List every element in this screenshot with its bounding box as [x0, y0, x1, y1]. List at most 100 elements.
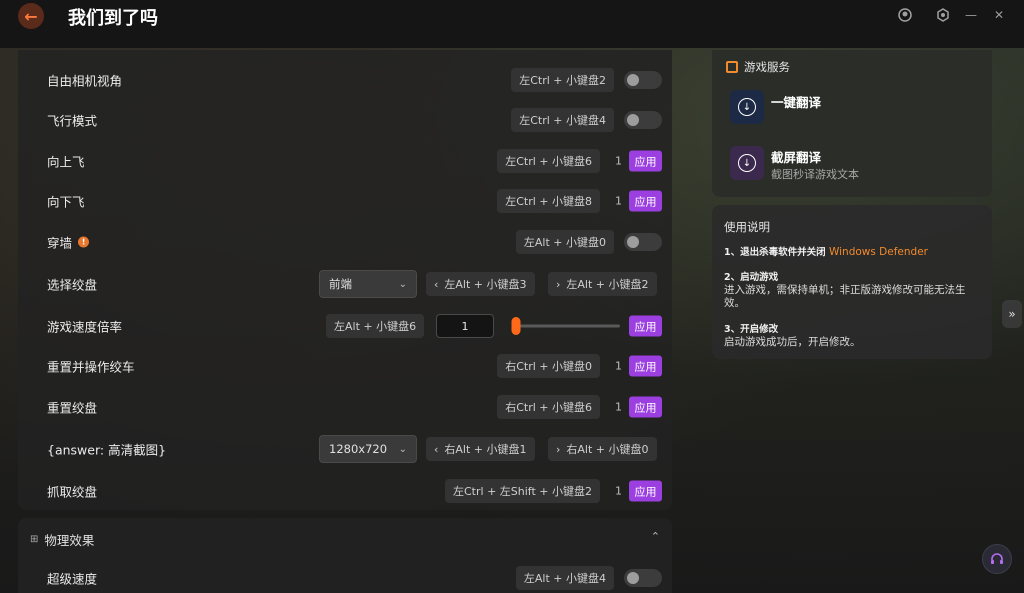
instruction-step-3: 3、开启修改 启动游戏成功后，开启修改。: [724, 323, 982, 349]
hotkey-label: 左Ctrl + 小键盘8: [497, 189, 600, 213]
hotkey-label: 右Alt + 小键盘1: [444, 443, 527, 456]
services-title: 游戏服务: [744, 60, 790, 74]
row-grab-winch: 抓取绞盘 左Ctrl + 左Shift + 小键盘2 1 应用: [18, 471, 672, 511]
free-camera-toggle[interactable]: [624, 71, 662, 89]
back-button[interactable]: ←: [18, 3, 44, 29]
row-fly-up: 向上飞 左Ctrl + 小键盘6 1 应用: [18, 141, 672, 181]
reset-winch-apply-button[interactable]: 应用: [629, 396, 662, 418]
row-label: 穿墙 !: [47, 233, 90, 252]
hotkey-label: 右Ctrl + 小键盘0: [497, 354, 600, 378]
row-free-camera: 自由相机视角 左Ctrl + 小键盘2: [18, 60, 672, 100]
hotkey-label: 左Alt + 小键盘6: [326, 314, 425, 338]
row-reset-operate-winch: 重置并操作绞车 右Ctrl + 小键盘0 1 应用: [18, 346, 672, 386]
cheat-list-panel: 自由相机视角 左Ctrl + 小键盘2 飞行模式 左Ctrl + 小键盘4 向上…: [18, 50, 672, 510]
winch-prev-button[interactable]: ‹ 左Alt + 小键盘3: [426, 272, 535, 296]
row-label: 向上飞: [47, 154, 85, 170]
step-heading: 1、退出杀毒软件并关闭: [724, 247, 826, 258]
avatar-icon[interactable]: [896, 6, 914, 24]
resolution-next-button[interactable]: › 右Alt + 小键盘0: [548, 437, 657, 461]
chevron-down-icon: ⌄: [398, 443, 407, 455]
chevron-right-icon: ›: [556, 442, 561, 456]
download-icon: ↓: [730, 90, 764, 124]
row-select-winch: 选择绞盘 前端 ⌄ ‹ 左Alt + 小键盘3 › 左Alt + 小键盘2: [18, 264, 672, 304]
step-description: 进入游戏，需保持单机；非正版游戏修改可能无法生效。: [724, 284, 966, 309]
row-reset-winch: 重置绞盘 右Ctrl + 小键盘6 1 应用: [18, 387, 672, 427]
settings-icon[interactable]: [934, 6, 952, 24]
hotkey-label: 左Alt + 小键盘2: [566, 278, 649, 291]
grid-icon: ⊞: [30, 534, 39, 545]
repeat-count: 1: [615, 194, 622, 208]
winch-select[interactable]: 前端 ⌄: [319, 270, 417, 298]
repeat-count: 1: [615, 484, 622, 498]
row-label: 选择绞盘: [47, 277, 98, 293]
hotkey-label: 左Alt + 小键盘0: [515, 230, 614, 254]
arrow-left-icon: ←: [24, 6, 38, 26]
hotkey-label: 左Ctrl + 小键盘2: [511, 68, 614, 92]
reset-operate-apply-button[interactable]: 应用: [629, 355, 662, 377]
row-label: 重置并操作绞车: [47, 359, 135, 375]
title-bar: ← 我们到了吗 — ✕: [0, 0, 1024, 48]
step-heading: 2、启动游戏: [724, 272, 779, 283]
section-header[interactable]: ⊞ 物理效果: [30, 530, 94, 549]
expand-panel-button[interactable]: »: [1002, 300, 1022, 328]
chevron-right-icon: ›: [556, 277, 561, 291]
instructions-title: 使用说明: [724, 220, 770, 234]
grab-winch-apply-button[interactable]: 应用: [629, 480, 662, 502]
row-fly-down: 向下飞 左Ctrl + 小键盘8 1 应用: [18, 181, 672, 221]
super-speed-toggle[interactable]: [624, 569, 662, 587]
repeat-count: 1: [615, 154, 622, 168]
resolution-select[interactable]: 1280x720 ⌄: [319, 435, 417, 463]
double-chevron-right-icon: »: [1008, 307, 1016, 321]
app-title: 我们到了吗: [68, 8, 158, 29]
row-noclip: 穿墙 ! 左Alt + 小键盘0: [18, 222, 672, 262]
row-hd-screenshot: {answer: 高清截图} 1280x720 ⌄ ‹ 右Alt + 小键盘1 …: [18, 429, 672, 469]
instruction-step-2: 2、启动游戏 进入游戏，需保持单机；非正版游戏修改可能无法生效。: [724, 271, 982, 310]
row-fly-mode: 飞行模式 左Ctrl + 小键盘4: [18, 100, 672, 140]
select-value: 1280x720: [329, 442, 388, 456]
row-game-speed: 游戏速度倍率 左Alt + 小键盘6 1 应用: [18, 306, 672, 346]
chevron-left-icon: ‹: [434, 277, 439, 291]
repeat-count: 1: [615, 359, 622, 373]
hotkey-label: 右Ctrl + 小键盘6: [497, 395, 600, 419]
fly-mode-toggle[interactable]: [624, 111, 662, 129]
windows-defender-link[interactable]: Windows Defender: [829, 246, 928, 258]
download-icon: ↓: [730, 146, 764, 180]
row-label: 超级速度: [47, 571, 98, 587]
minimize-icon[interactable]: —: [962, 6, 980, 24]
resolution-prev-button[interactable]: ‹ 右Alt + 小键盘1: [426, 437, 535, 461]
row-label: 自由相机视角: [47, 73, 123, 89]
services-header: 游戏服务: [726, 59, 790, 75]
row-label-text: 穿墙: [47, 235, 73, 251]
speed-slider-track[interactable]: [512, 324, 620, 328]
instruction-step-1: 1、退出杀毒软件并关闭 Windows Defender: [724, 246, 982, 259]
instructions-panel: 使用说明 1、退出杀毒软件并关闭 Windows Defender 2、启动游戏…: [712, 205, 992, 359]
hotkey-label: 左Ctrl + 左Shift + 小键盘2: [445, 479, 600, 503]
row-label: 飞行模式: [47, 113, 98, 129]
support-button[interactable]: [982, 544, 1012, 574]
row-label: 向下飞: [47, 194, 85, 210]
game-services-panel: 游戏服务 ↓ 一键翻译 ↓ 截屏翻译 截图秒译游戏文本: [712, 50, 992, 197]
service-subtitle: 截图秒译游戏文本: [771, 168, 859, 181]
warning-icon[interactable]: !: [78, 236, 90, 248]
fly-down-apply-button[interactable]: 应用: [629, 190, 662, 212]
section-title: 物理效果: [44, 533, 95, 548]
noclip-toggle[interactable]: [624, 233, 662, 251]
fly-up-apply-button[interactable]: 应用: [629, 150, 662, 172]
speed-value-input[interactable]: 1: [436, 314, 494, 338]
winch-next-button[interactable]: › 左Alt + 小键盘2: [548, 272, 657, 296]
step-description: 启动游戏成功后，开启修改。: [724, 336, 861, 348]
row-label: {answer: 高清截图}: [47, 442, 167, 458]
chevron-up-icon[interactable]: ⌃: [651, 530, 660, 543]
chevron-down-icon: ⌄: [398, 278, 407, 290]
chevron-left-icon: ‹: [434, 442, 439, 456]
repeat-count: 1: [615, 400, 622, 414]
speed-slider-thumb[interactable]: [511, 317, 521, 335]
hotkey-label: 左Ctrl + 小键盘6: [497, 149, 600, 173]
hotkey-label: 左Alt + 小键盘3: [444, 278, 527, 291]
physics-section: ⊞ 物理效果 ⌃ 超级速度 左Alt + 小键盘4: [18, 518, 672, 593]
box-icon: [726, 61, 738, 73]
hotkey-label: 左Alt + 小键盘4: [515, 566, 614, 590]
collapse-icon[interactable]: ✕: [990, 6, 1008, 24]
row-label: 游戏速度倍率: [47, 319, 123, 335]
speed-apply-button[interactable]: 应用: [629, 315, 662, 337]
